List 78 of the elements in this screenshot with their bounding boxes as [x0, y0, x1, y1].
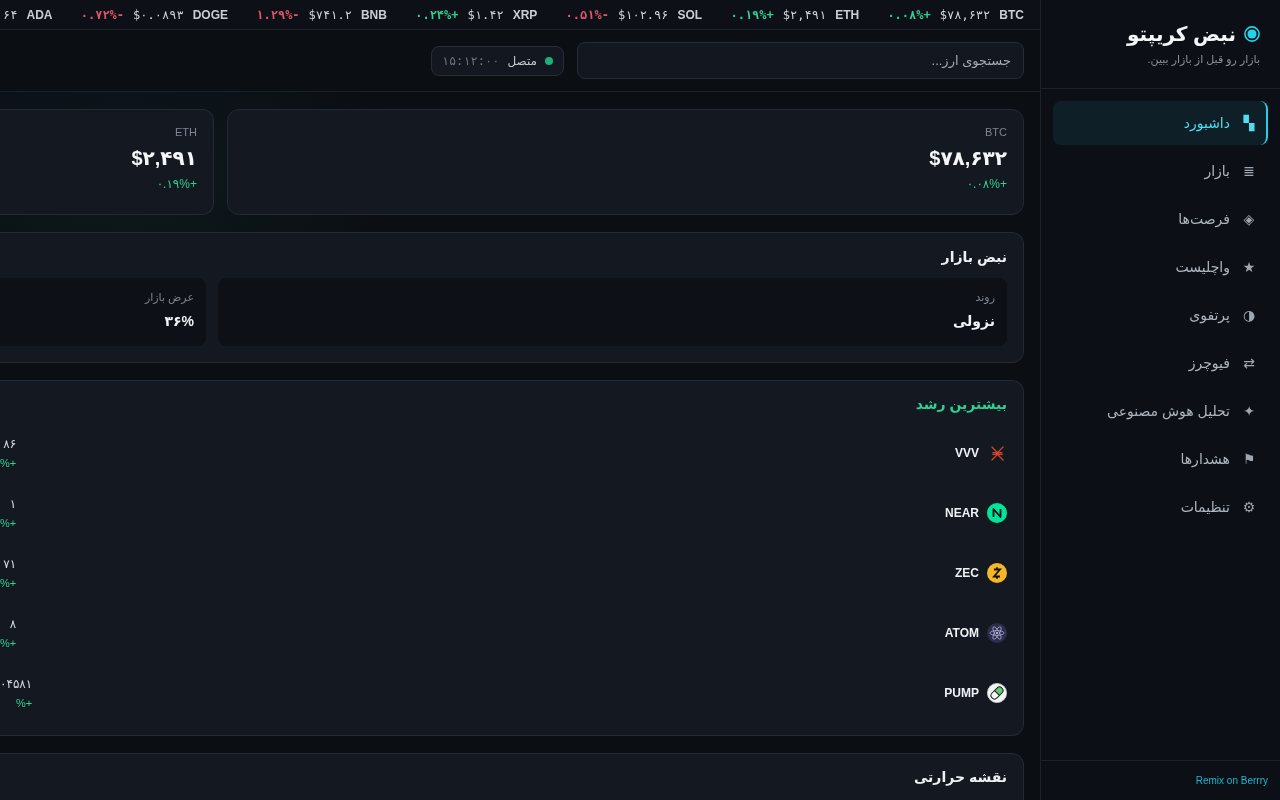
lines-icon: ≣ — [1242, 162, 1256, 180]
coin-symbol: PUMP — [944, 686, 979, 700]
ticker-price: $۱.۴۲ — [467, 7, 504, 22]
flag-icon: ⚑ — [1242, 450, 1256, 468]
remix-link[interactable]: Remix on Berrry — [1195, 775, 1268, 786]
panel-title: نقشه حرارتی — [912, 768, 1007, 786]
search-field[interactable]: جستجوی ارز... — [577, 42, 1024, 79]
ticker-change: +۰.۲۴% — [415, 7, 459, 22]
pill-icon — [987, 683, 1007, 703]
ticker-symbol: XRP — [512, 7, 538, 22]
arrows-icon: ⇄ — [1242, 354, 1256, 372]
ticker-price: $۱۰۲.۹۶ — [617, 7, 669, 22]
coin-change: +% — [16, 696, 33, 710]
panel-title: بیشترین رشد — [914, 395, 1007, 413]
ticker-price: $۲,۴۹۱ — [782, 7, 827, 22]
coin-symbol: VVV — [955, 446, 979, 460]
ticker-change: -۱.۲۹% — [256, 7, 300, 22]
coin-price: ۸ — [9, 616, 17, 632]
nav-item[interactable]: ★ واچلیست — [1053, 245, 1268, 289]
card-symbol: BTC — [984, 125, 1007, 139]
quadrants-icon: ▚ — [1242, 114, 1256, 132]
tile-value: نزولی — [951, 312, 995, 330]
nav-item[interactable]: ⚑ هشدارها — [1053, 437, 1268, 481]
ticker-change: +۰.۱۹% — [730, 7, 774, 22]
atom-icon — [987, 623, 1007, 643]
ticker-price: $۷۴۱.۲ — [308, 7, 352, 22]
ring-icon — [1244, 26, 1260, 42]
ornament-icon — [990, 445, 1004, 461]
coin-symbol: ATOM — [944, 626, 979, 640]
coin-symbol: NEAR — [945, 506, 979, 520]
sparkle-icon: ✦ — [1242, 402, 1256, 420]
ticker-symbol: ADA — [26, 7, 53, 22]
ticker-change: -۰.۷۲% — [80, 7, 125, 22]
card-price: $۷۸,۶۳۲ — [928, 146, 1007, 170]
tile-value: ۳۶% — [163, 312, 194, 330]
star-icon: ★ — [1242, 258, 1256, 276]
gear-icon: ⚙ — [1242, 498, 1256, 516]
nav-item[interactable]: ⚙ تنظیمات — [1053, 485, 1268, 529]
letter-z-icon — [987, 563, 1007, 583]
coin-change: +% — [0, 456, 17, 470]
half-circle-icon: ◑ — [1242, 306, 1256, 324]
nav-item[interactable]: ◈ فرصت‌ها — [1053, 197, 1268, 241]
nav-item[interactable]: ≣ بازار — [1053, 149, 1268, 193]
coin-change: +% — [0, 516, 17, 530]
card-change: +۰.۰۸% — [965, 176, 1007, 192]
nav-item[interactable]: ⇄ فیوچرز — [1053, 341, 1268, 385]
coin-price: ۷۱ — [3, 556, 17, 572]
app-tagline: بازار رو قبل از بازار ببین. — [1146, 52, 1260, 66]
ticker-symbol: BNB — [360, 7, 387, 22]
coin-price: ۰۴۵۸۱ — [0, 676, 33, 692]
status-label: متصل — [507, 53, 537, 68]
tile-label: عرض بازار — [143, 290, 194, 304]
ticker-symbol: ETH — [835, 7, 860, 22]
coin-price: ۸۶ — [3, 436, 17, 452]
status-time: ۱۵:۱۲:۰۰ — [441, 53, 500, 68]
tile-label: روند — [974, 290, 995, 304]
nav-item[interactable]: ◑ پرتفوی — [1053, 293, 1268, 337]
ticker-symbol: SOL — [677, 7, 703, 22]
card-change: +۰.۱۹% — [155, 176, 197, 192]
card-price: $۲,۴۹۱ — [130, 146, 197, 170]
ticker-price: ۶۴ — [3, 7, 18, 22]
coin-price: ۱ — [9, 496, 17, 512]
letter-n-icon — [987, 503, 1007, 523]
ticker-change: -۰.۵۱% — [565, 7, 609, 22]
diamond-icon: ◈ — [1242, 210, 1256, 228]
app-title: نبض کریپتو — [1127, 22, 1236, 47]
ticker-price: $۷۸,۶۳۲ — [939, 7, 991, 22]
panel-title: نبض بازار — [940, 248, 1007, 266]
coin-change: +% — [0, 576, 17, 590]
ticker-price: $۰.۰۸۹۳ — [133, 7, 184, 22]
ticker-symbol: BTC — [999, 7, 1024, 22]
card-symbol: ETH — [174, 125, 197, 139]
ticker-symbol: DOGE — [192, 7, 228, 22]
coin-symbol: ZEC — [955, 566, 979, 580]
nav-item[interactable]: ▚ داشبورد — [1053, 101, 1268, 145]
coin-change: +% — [0, 636, 17, 650]
nav-item[interactable]: ✦ تحلیل هوش مصنوعی — [1053, 389, 1268, 433]
ticker-change: +۰.۰۸% — [887, 7, 931, 22]
